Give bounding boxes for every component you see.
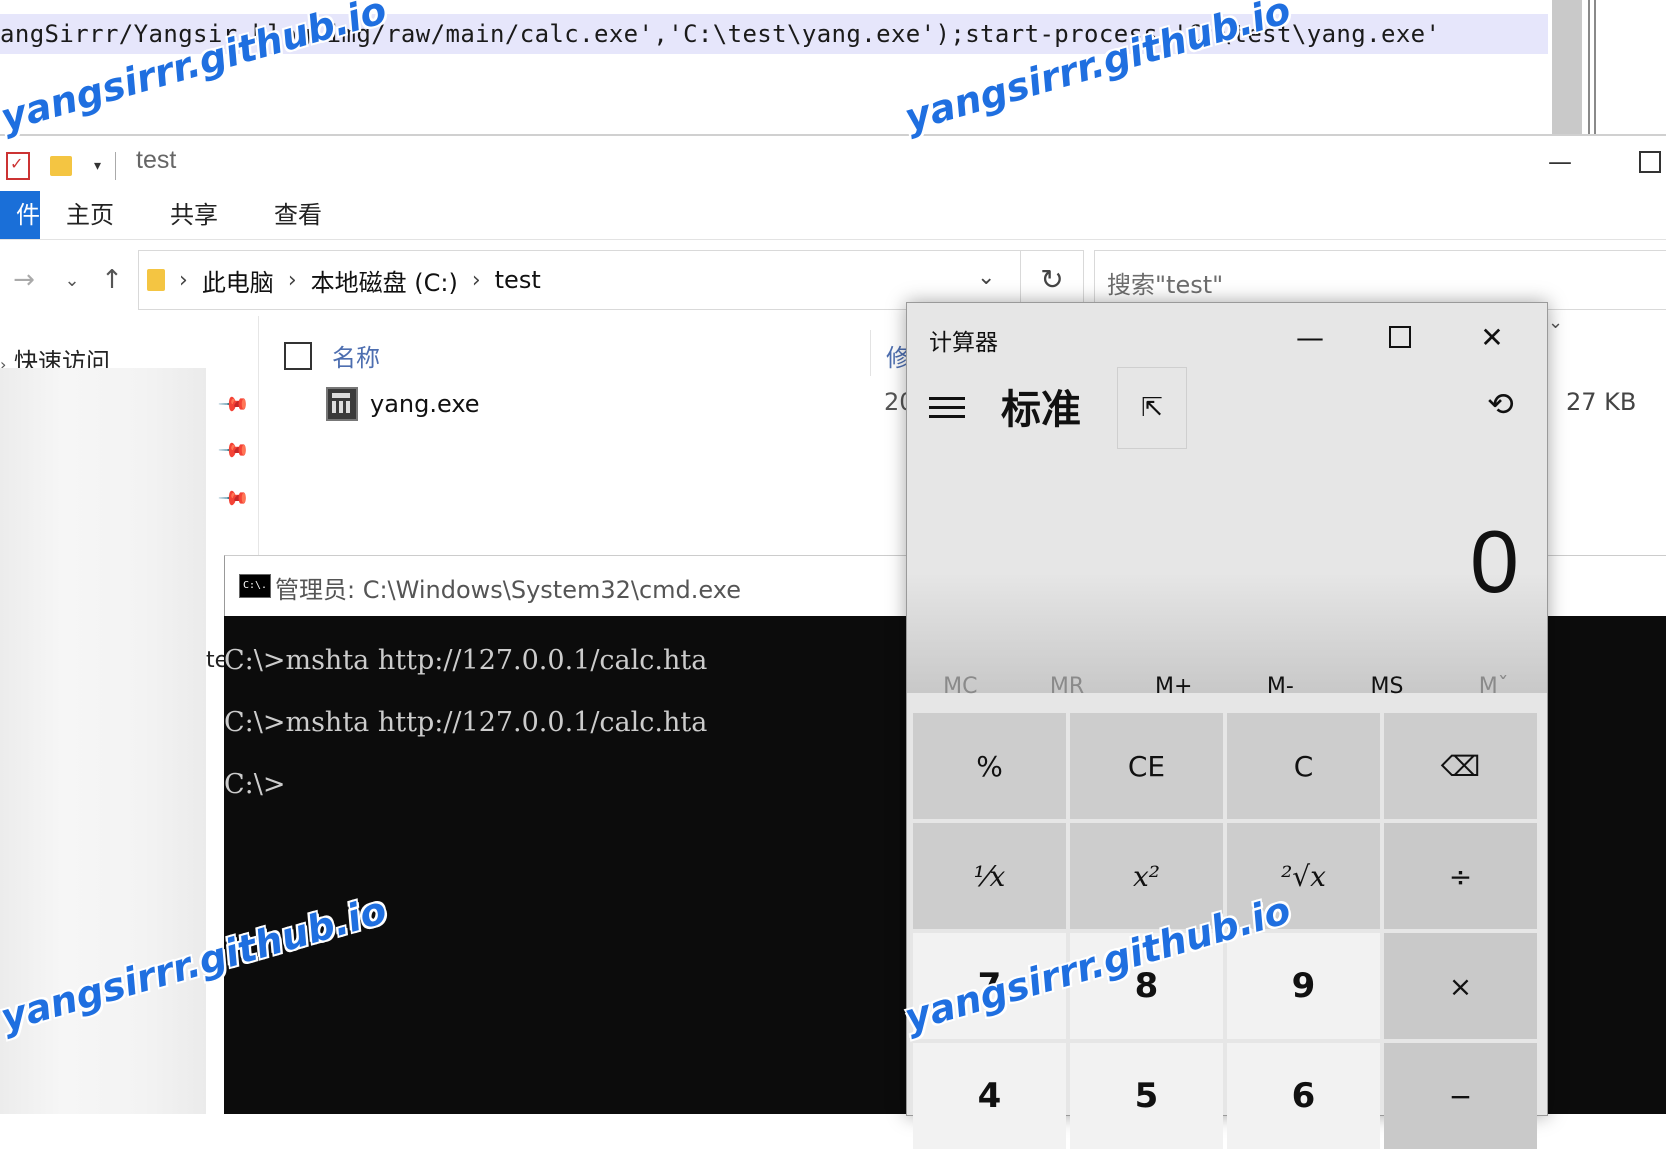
backspace-icon[interactable]: ⌫ bbox=[1384, 713, 1537, 819]
subtract-button[interactable]: − bbox=[1384, 1043, 1537, 1149]
refresh-button[interactable]: ↻ bbox=[1020, 250, 1083, 308]
divide-button[interactable]: ÷ bbox=[1384, 823, 1537, 929]
multiply-button[interactable]: × bbox=[1384, 933, 1537, 1039]
close-button[interactable]: ✕ bbox=[1447, 309, 1537, 365]
file-name: yang.exe bbox=[370, 390, 480, 418]
forward-arrow-icon[interactable]: → bbox=[6, 258, 42, 302]
select-all-checkbox[interactable] bbox=[284, 342, 312, 370]
folder-icon[interactable] bbox=[50, 156, 72, 176]
console-prompt: C:\> bbox=[224, 769, 286, 800]
digit-8-button[interactable]: 8 bbox=[1070, 933, 1223, 1039]
code-editor: angSirrr/Yangsir-blog-img/raw/main/calc.… bbox=[0, 0, 1666, 136]
tab-home[interactable]: 主页 bbox=[66, 191, 114, 239]
memory-store-button[interactable]: MS bbox=[1334, 663, 1441, 711]
calculator-title: 计算器 bbox=[929, 330, 998, 356]
calculator-mode: 标准 bbox=[1001, 387, 1081, 433]
calculator-window: 计算器 — ✕ 标准 ⇱ ⟲ 0 MC MR M+ M- MS Mˇ % CE … bbox=[906, 302, 1548, 1149]
hamburger-menu-icon[interactable] bbox=[929, 391, 965, 424]
calculator-display: 0 bbox=[1470, 512, 1519, 611]
properties-icon[interactable]: ✓ bbox=[6, 152, 30, 180]
history-icon[interactable]: ⟲ bbox=[1487, 385, 1514, 423]
breadcrumb-test[interactable]: test bbox=[495, 266, 541, 294]
file-size: 27 KB bbox=[1566, 388, 1637, 416]
ribbon: 件 主页 共享 查看 bbox=[0, 191, 1666, 240]
clear-button[interactable]: C bbox=[1227, 713, 1380, 819]
console-line: C:\>mshta http://127.0.0.1/calc.hta bbox=[224, 707, 708, 738]
minimize-button[interactable]: — bbox=[1530, 140, 1590, 184]
digit-5-button[interactable]: 5 bbox=[1070, 1043, 1223, 1149]
recent-chevron-icon[interactable]: ⌄ bbox=[54, 258, 90, 302]
breadcrumb-chevron-icon[interactable]: › bbox=[472, 268, 481, 293]
minimize-button[interactable]: — bbox=[1265, 309, 1355, 365]
maximize-button[interactable] bbox=[1620, 140, 1666, 184]
pin-icon[interactable]: 📌 bbox=[217, 433, 252, 468]
digit-6-button[interactable]: 6 bbox=[1227, 1043, 1380, 1149]
breadcrumb-chevron-icon[interactable]: › bbox=[288, 268, 297, 293]
digit-4-button[interactable]: 4 bbox=[913, 1043, 1066, 1149]
file-date: 20 bbox=[884, 388, 906, 416]
maximize-button[interactable] bbox=[1355, 309, 1445, 365]
percent-button[interactable]: % bbox=[913, 713, 1066, 819]
search-placeholder: 搜索"test" bbox=[1107, 271, 1224, 299]
editor-scrollbar[interactable] bbox=[1552, 0, 1582, 136]
pin-icon[interactable]: 📌 bbox=[217, 481, 252, 516]
memory-list-button[interactable]: Mˇ bbox=[1440, 663, 1547, 711]
address-bar[interactable]: › 此电脑 › 本地磁盘 (C:) › test ⌄ bbox=[138, 250, 1084, 310]
square-button[interactable]: x² bbox=[1070, 823, 1223, 929]
reciprocal-button[interactable]: ⅟x bbox=[913, 823, 1066, 929]
clear-entry-button[interactable]: CE bbox=[1070, 713, 1223, 819]
cmd-icon: C:\. bbox=[239, 574, 271, 598]
keep-on-top-icon[interactable]: ⇱ bbox=[1117, 367, 1187, 449]
digit-9-button[interactable]: 9 bbox=[1227, 933, 1380, 1039]
breadcrumb-local-disk[interactable]: 本地磁盘 (C:) bbox=[311, 263, 458, 298]
memory-subtract-button[interactable]: M- bbox=[1227, 663, 1334, 711]
breadcrumb-chevron-icon[interactable]: › bbox=[179, 268, 188, 293]
quick-access-toolbar: ✓ ▾ bbox=[6, 148, 117, 184]
tab-view[interactable]: 查看 bbox=[274, 191, 322, 239]
file-row[interactable]: yang.exe bbox=[326, 384, 480, 424]
column-divider[interactable] bbox=[870, 330, 871, 376]
digit-7-button[interactable]: 7 bbox=[913, 933, 1066, 1039]
memory-clear-button[interactable]: MC bbox=[907, 663, 1014, 711]
memory-row: MC MR M+ M- MS Mˇ bbox=[907, 663, 1547, 711]
editor-divider bbox=[1588, 0, 1590, 136]
pin-icon[interactable]: 📌 bbox=[217, 387, 252, 422]
cmd-title: 管理员: C:\Windows\System32\cmd.exe bbox=[275, 576, 741, 604]
chevron-down-icon[interactable]: ▾ bbox=[94, 158, 101, 174]
toolbar-divider bbox=[115, 152, 117, 180]
calculator-file-icon bbox=[326, 387, 358, 421]
nav-blurred-area bbox=[0, 368, 206, 1114]
tab-share[interactable]: 共享 bbox=[170, 191, 218, 239]
column-header: 名称 修 bbox=[270, 326, 920, 382]
column-name[interactable]: 名称 bbox=[332, 338, 380, 373]
memory-add-button[interactable]: M+ bbox=[1120, 663, 1227, 711]
folder-icon bbox=[147, 269, 165, 291]
memory-recall-button[interactable]: MR bbox=[1014, 663, 1121, 711]
column-chevron-icon[interactable]: ⌄ bbox=[1548, 312, 1563, 333]
cmd-console[interactable]: C:\>mshta http://127.0.0.1/calc.hta C:\>… bbox=[224, 615, 904, 1114]
search-input[interactable]: 搜索"test" bbox=[1094, 250, 1666, 310]
up-arrow-icon[interactable]: ↑ bbox=[94, 258, 130, 302]
window-title: test bbox=[136, 146, 177, 174]
editor-divider bbox=[1594, 0, 1596, 136]
square-root-button[interactable]: ²√x bbox=[1227, 823, 1380, 929]
breadcrumb-this-pc[interactable]: 此电脑 bbox=[202, 263, 274, 298]
console-line: C:\>mshta http://127.0.0.1/calc.hta bbox=[224, 645, 708, 676]
tab-file[interactable]: 件 bbox=[0, 191, 40, 239]
navigation-pane: › 快速访问 📌 📌 📌 bbox=[0, 326, 258, 1114]
address-dropdown-icon[interactable]: ⌄ bbox=[977, 265, 995, 290]
code-line[interactable]: angSirrr/Yangsir-blog-img/raw/main/calc.… bbox=[0, 14, 1548, 54]
